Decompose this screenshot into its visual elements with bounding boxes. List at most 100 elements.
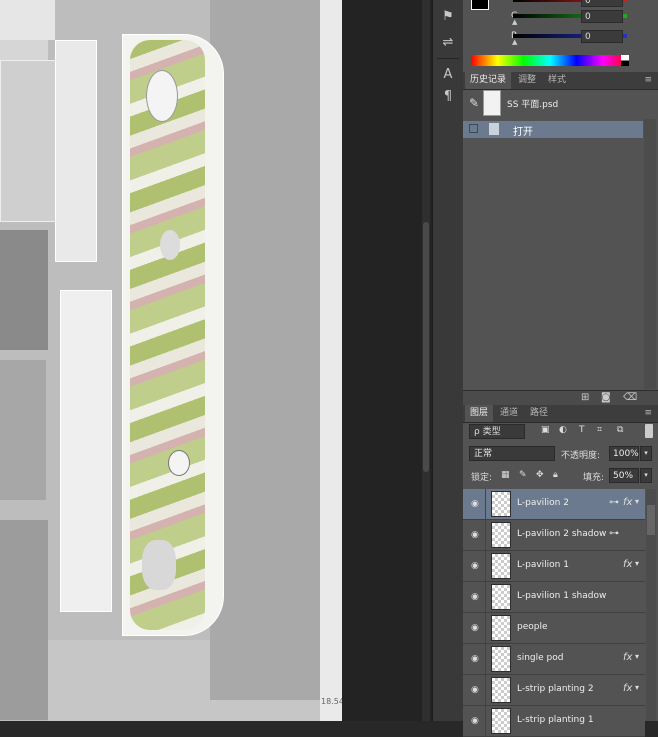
camera-icon[interactable]: ◙	[601, 392, 611, 403]
layer-name[interactable]: L-strip planting 2	[517, 684, 594, 694]
zoom-label: 18.54	[321, 697, 342, 706]
layer-row[interactable]: ◉ single pod fx ▾	[463, 644, 645, 675]
snapshot-name: SS 平面.psd	[507, 100, 559, 110]
visibility-eye-icon[interactable]: ◉	[471, 685, 479, 695]
slider-knob-icon[interactable]: ▲	[512, 38, 517, 46]
blend-mode-select[interactable]: 正常	[469, 446, 555, 461]
visibility-eye-icon[interactable]: ◉	[471, 592, 479, 602]
visibility-eye-icon[interactable]: ◉	[471, 623, 479, 633]
tab-paths[interactable]: 路径	[525, 405, 553, 422]
layer-row[interactable]: ◉ L-pavilion 2 shadow ⊶	[463, 520, 645, 551]
expand-effects-icon[interactable]: ▾	[635, 683, 639, 692]
expand-effects-icon[interactable]: ▾	[635, 497, 639, 506]
color-spectrum-bar[interactable]	[471, 55, 629, 66]
layer-name[interactable]: L-pavilion 2 shadow	[517, 529, 606, 539]
expand-effects-icon[interactable]: ▾	[635, 559, 639, 568]
filter-adjustment-icon[interactable]: ◐	[559, 425, 567, 435]
new-document-icon[interactable]: ⊞	[581, 392, 589, 403]
layer-row[interactable]: ◉ L-pavilion 1 shadow	[463, 582, 645, 613]
tab-history[interactable]: 历史记录	[465, 72, 512, 89]
history-snapshot[interactable]: ✎ SS 平面.psd	[463, 88, 658, 118]
right-panels: 0 G ▲ 0 B ▲ 0 历史记录 调整 样式 ≡ ✎ SS 平面.psd 打…	[463, 0, 658, 737]
layer-thumbnail[interactable]	[491, 584, 511, 610]
layer-thumbnail[interactable]	[491, 522, 511, 548]
visibility-eye-icon[interactable]: ◉	[471, 499, 479, 509]
opacity-field[interactable]: 100%	[609, 446, 639, 461]
tab-adjustments[interactable]: 调整	[513, 72, 541, 89]
lock-transparency-icon[interactable]: ▦	[501, 470, 510, 480]
filter-pixel-icon[interactable]: ▣	[541, 425, 550, 435]
visibility-eye-icon[interactable]: ◉	[471, 716, 479, 726]
document-canvas[interactable]: 18.54	[0, 0, 342, 721]
effects-icon[interactable]: fx	[623, 683, 632, 694]
effects-icon[interactable]: fx	[623, 497, 632, 508]
layer-name[interactable]: L-pavilion 2	[517, 498, 569, 508]
history-footer: ⊞ ◙ ⌫	[463, 390, 658, 405]
canvas-vertical-scrollbar[interactable]	[422, 0, 430, 721]
layer-thumbnail[interactable]	[491, 677, 511, 703]
tab-channels[interactable]: 通道	[495, 405, 523, 422]
panel-menu-icon[interactable]: ≡	[644, 72, 652, 89]
layer-row[interactable]: ◉ L-pavilion 2 ⊶ fx ▾	[463, 489, 645, 520]
channel-value-b[interactable]: 0	[581, 30, 623, 43]
trash-icon[interactable]: ⌫	[623, 392, 637, 403]
layer-name[interactable]: L-strip planting 1	[517, 715, 594, 725]
channel-value-g[interactable]: 0	[581, 10, 623, 23]
slider-knob-icon[interactable]: ▲	[512, 18, 517, 26]
history-scrollbar[interactable]	[644, 119, 656, 389]
lock-all-icon[interactable]: 🔒︎	[553, 470, 558, 480]
history-brush-icon[interactable]: ✎	[469, 96, 479, 110]
visibility-eye-icon[interactable]: ◉	[471, 530, 479, 540]
layer-name[interactable]: people	[517, 622, 548, 632]
scrollbar-thumb[interactable]	[423, 222, 429, 472]
tab-styles[interactable]: 样式	[543, 72, 571, 89]
history-state-open[interactable]: 打开	[463, 121, 643, 138]
history-source-checkbox[interactable]	[469, 124, 478, 133]
channel-value-r[interactable]: 0	[581, 0, 623, 7]
filter-shape-icon[interactable]: ⌗	[597, 425, 602, 435]
layers-scrollbar[interactable]	[646, 489, 656, 721]
character-icon[interactable]: A	[439, 66, 457, 84]
black-white-swatch[interactable]	[621, 55, 629, 66]
layer-name[interactable]: L-pavilion 1	[517, 560, 569, 570]
layer-thumbnail[interactable]	[491, 615, 511, 641]
layer-name[interactable]: L-pavilion 1 shadow	[517, 591, 606, 601]
layer-thumbnail[interactable]	[491, 708, 511, 734]
filter-type-icon[interactable]: T	[579, 425, 585, 435]
link-icon[interactable]: ⊶	[609, 497, 619, 508]
layer-row[interactable]: ◉ people	[463, 613, 645, 644]
lock-pixels-icon[interactable]: ✎	[519, 470, 527, 480]
foreground-swatch[interactable]	[471, 0, 489, 10]
effects-icon[interactable]: fx	[623, 559, 632, 570]
workspace-gutter	[342, 0, 432, 721]
tab-layers[interactable]: 图层	[465, 405, 494, 422]
brush-settings-icon[interactable]: ⇌	[439, 34, 457, 52]
scrollbar-thumb[interactable]	[647, 505, 655, 535]
visibility-eye-icon[interactable]: ◉	[471, 654, 479, 664]
layer-row[interactable]: ◉ L-pavilion 1 fx ▾	[463, 551, 645, 582]
fill-dropdown-icon[interactable]: ▾	[640, 468, 652, 483]
expand-effects-icon[interactable]: ▾	[635, 652, 639, 661]
visibility-eye-icon[interactable]: ◉	[471, 561, 479, 571]
layers-filter-bar: ρ 类型 ▣ ◐ T ⌗ ⧉	[463, 421, 658, 441]
fill-field[interactable]: 50%	[609, 468, 639, 483]
effects-icon[interactable]: fx	[623, 652, 632, 663]
paragraph-icon[interactable]: ¶	[439, 88, 457, 106]
layer-filter-select[interactable]: ρ 类型	[469, 424, 525, 439]
layer-thumbnail[interactable]	[491, 491, 511, 517]
lock-position-icon[interactable]: ✥	[536, 470, 544, 480]
layer-thumbnail[interactable]	[491, 553, 511, 579]
link-icon[interactable]: ⊶	[609, 528, 619, 539]
opacity-dropdown-icon[interactable]: ▾	[640, 446, 652, 461]
layer-thumbnail[interactable]	[491, 646, 511, 672]
layer-row[interactable]: ◉ L-strip planting 1	[463, 706, 645, 737]
layer-list: ◉ L-pavilion 2 ⊶ fx ▾ ◉ L-pavilion 2 shadow ⊶ ◉ L…	[463, 489, 645, 737]
layer-row[interactable]: ◉ L-strip planting 2 fx ▾	[463, 675, 645, 706]
clone-stamp-icon[interactable]: ⚑	[439, 8, 457, 26]
panel-menu-icon[interactable]: ≡	[644, 405, 652, 422]
filter-toggle[interactable]	[645, 424, 653, 438]
panel-dock-strip: ⚑ ⇌ A ¶	[432, 0, 463, 721]
layer-name[interactable]: single pod	[517, 653, 563, 663]
filter-smart-object-icon[interactable]: ⧉	[617, 425, 623, 435]
divider	[485, 582, 486, 612]
